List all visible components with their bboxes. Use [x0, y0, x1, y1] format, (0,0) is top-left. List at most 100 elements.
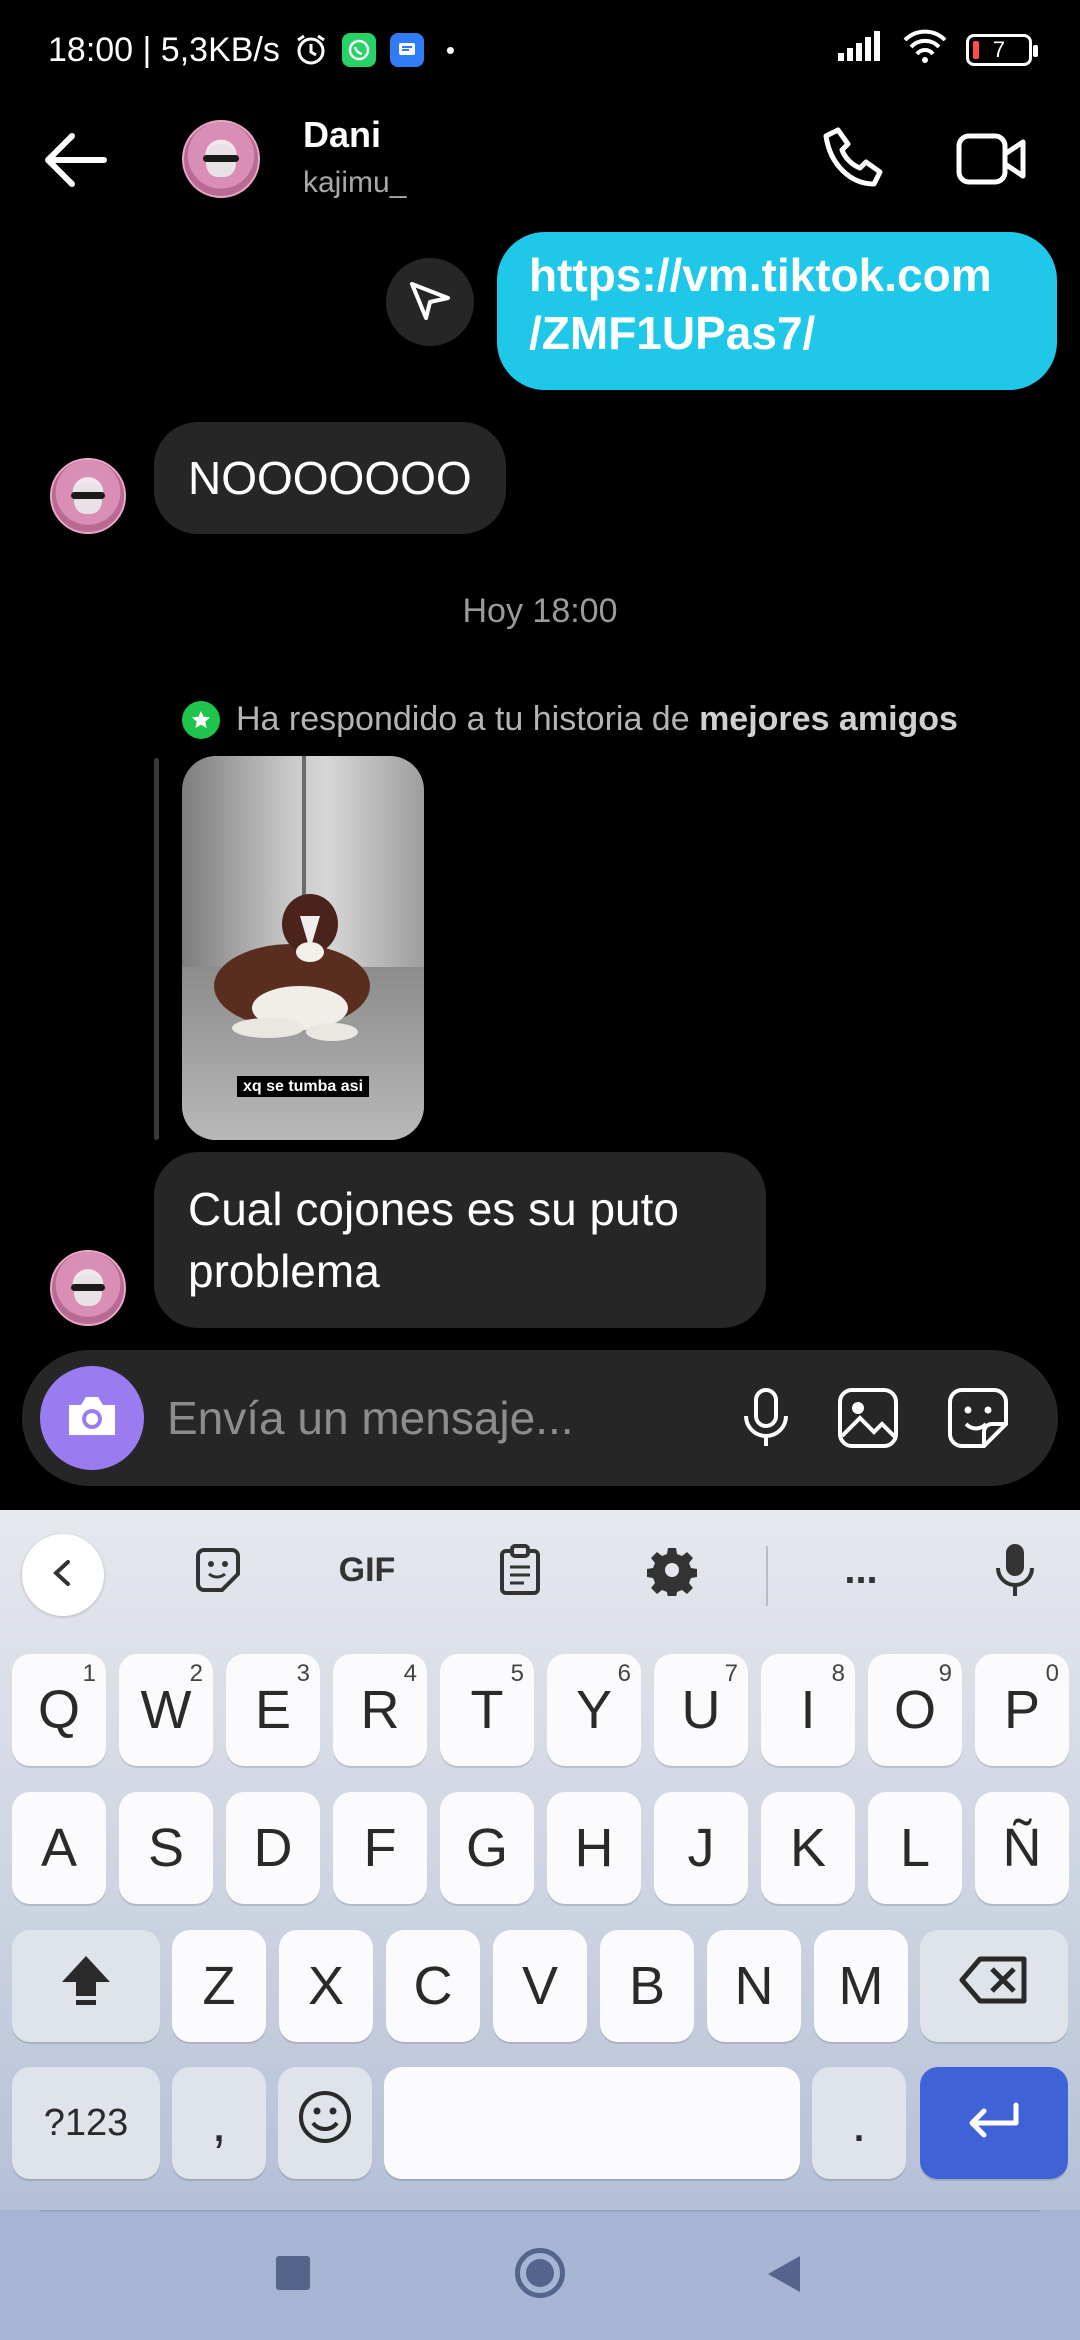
key-hint-number: 6	[617, 1660, 631, 1687]
key-e[interactable]: E3	[226, 1654, 320, 1766]
key-o[interactable]: O9	[868, 1654, 962, 1766]
system-navigation-bar	[0, 2210, 1080, 2340]
key-k[interactable]: K	[761, 1792, 855, 1904]
key-label: O	[893, 1680, 936, 1740]
reply-indicator-line	[154, 758, 159, 1140]
chevron-left-icon	[48, 1558, 78, 1593]
shift-key[interactable]	[12, 1930, 160, 2042]
key-q[interactable]: Q1	[12, 1654, 106, 1766]
key-label: V	[521, 1956, 559, 2016]
comma-key[interactable]: ,	[172, 2067, 266, 2179]
key-i[interactable]: I8	[761, 1654, 855, 1766]
camera-icon	[65, 1393, 119, 1444]
key-a[interactable]: A	[12, 1792, 106, 1904]
alarm-icon	[294, 33, 328, 67]
key-label: R	[360, 1680, 400, 1740]
nav-back-button[interactable]	[766, 2254, 802, 2299]
enter-key[interactable]	[920, 2067, 1068, 2179]
key-hint-number: 1	[82, 1660, 96, 1687]
backspace-key[interactable]	[920, 1930, 1068, 2042]
space-key[interactable]	[384, 2067, 800, 2179]
key-label: H	[574, 1818, 614, 1878]
symbols-key[interactable]: ?123	[12, 2067, 160, 2179]
key-label: L	[899, 1818, 931, 1878]
key-hint-number: 7	[724, 1660, 738, 1687]
share-button[interactable]	[386, 258, 474, 346]
gif-button[interactable]: GIF	[322, 1530, 412, 1610]
key-t[interactable]: T5	[440, 1654, 534, 1766]
key-w[interactable]: W2	[119, 1654, 213, 1766]
key-label: S	[147, 1818, 185, 1878]
microphone-icon[interactable]	[732, 1384, 800, 1452]
best-friends-star-icon	[182, 700, 220, 739]
message-composer	[22, 1350, 1058, 1486]
received-message[interactable]: Cual cojones es su puto problema	[154, 1152, 766, 1328]
key-h[interactable]: H	[547, 1792, 641, 1904]
key-z[interactable]: Z	[172, 1930, 266, 2042]
key-ñ[interactable]: Ñ	[975, 1792, 1069, 1904]
key-d[interactable]: D	[226, 1792, 320, 1904]
more-options-button[interactable]: ...	[816, 1530, 906, 1610]
key-s[interactable]: S	[119, 1792, 213, 1904]
key-label: E	[254, 1680, 292, 1740]
voice-input-icon[interactable]	[970, 1530, 1060, 1610]
key-label: B	[628, 1956, 666, 2016]
status-bar: 18:00 | 5,3KB/s • 7	[0, 0, 1080, 100]
toolbar-divider	[766, 1546, 768, 1606]
key-n[interactable]: N	[707, 1930, 801, 2042]
key-c[interactable]: C	[386, 1930, 480, 2042]
emoji-key[interactable]	[278, 2067, 372, 2179]
key-f[interactable]: F	[333, 1792, 427, 1904]
key-p[interactable]: P0	[975, 1654, 1069, 1766]
recent-apps-button[interactable]	[276, 2256, 310, 2290]
key-label: Z	[202, 1956, 236, 2016]
key-x[interactable]: X	[279, 1930, 373, 2042]
key-u[interactable]: U7	[654, 1654, 748, 1766]
enter-arrow-icon	[964, 2092, 1024, 2154]
home-button[interactable]	[515, 2248, 565, 2298]
key-y[interactable]: Y6	[547, 1654, 641, 1766]
keyboard-sticker-icon[interactable]	[173, 1530, 263, 1610]
reply-note-bold: mejores amigos	[699, 700, 958, 738]
avatar[interactable]	[182, 120, 260, 198]
key-r[interactable]: R4	[333, 1654, 427, 1766]
key-label: K	[789, 1818, 827, 1878]
contact-name[interactable]: Dani	[303, 114, 381, 156]
key-label: Ñ	[1002, 1818, 1042, 1878]
story-caption: xq se tumba asi	[236, 1076, 370, 1097]
avatar[interactable]	[50, 1250, 126, 1326]
contact-username[interactable]: kajimu_	[303, 166, 406, 200]
camera-button[interactable]	[40, 1366, 144, 1470]
key-label: F	[363, 1818, 397, 1878]
received-message[interactable]: NOOOOOOO	[154, 422, 506, 534]
key-g[interactable]: G	[440, 1792, 534, 1904]
avatar[interactable]	[50, 458, 126, 534]
key-b[interactable]: B	[600, 1930, 694, 2042]
key-v[interactable]: V	[493, 1930, 587, 2042]
key-label: D	[253, 1818, 293, 1878]
clipboard-icon[interactable]	[475, 1530, 565, 1610]
key-hint-number: 0	[1045, 1660, 1059, 1687]
gallery-icon[interactable]	[834, 1384, 902, 1452]
message-input[interactable]	[167, 1388, 587, 1448]
sent-link-text[interactable]: https://vm.tiktok.com /ZMF1UPas7/	[529, 249, 992, 359]
back-button[interactable]	[40, 128, 112, 192]
key-label: Q	[37, 1680, 80, 1740]
keyboard-collapse-button[interactable]	[22, 1534, 104, 1616]
video-call-icon[interactable]	[955, 126, 1027, 192]
key-hint-number: 9	[938, 1660, 952, 1687]
backspace-icon	[958, 1955, 1030, 2018]
period-key[interactable]: .	[812, 2067, 906, 2179]
key-l[interactable]: L	[868, 1792, 962, 1904]
settings-gear-icon[interactable]	[627, 1530, 717, 1610]
story-thumbnail[interactable]: xq se tumba asi	[182, 756, 424, 1140]
sticker-icon[interactable]	[944, 1384, 1012, 1452]
status-dot: •	[445, 34, 455, 65]
phone-icon[interactable]	[820, 124, 890, 194]
key-j[interactable]: J	[654, 1792, 748, 1904]
key-label: T	[470, 1680, 504, 1740]
shift-arrow-icon	[56, 1952, 116, 2021]
emoji-smile-icon	[297, 2089, 353, 2158]
sent-link-message[interactable]: https://vm.tiktok.com /ZMF1UPas7/	[497, 232, 1057, 390]
key-m[interactable]: M	[814, 1930, 908, 2042]
